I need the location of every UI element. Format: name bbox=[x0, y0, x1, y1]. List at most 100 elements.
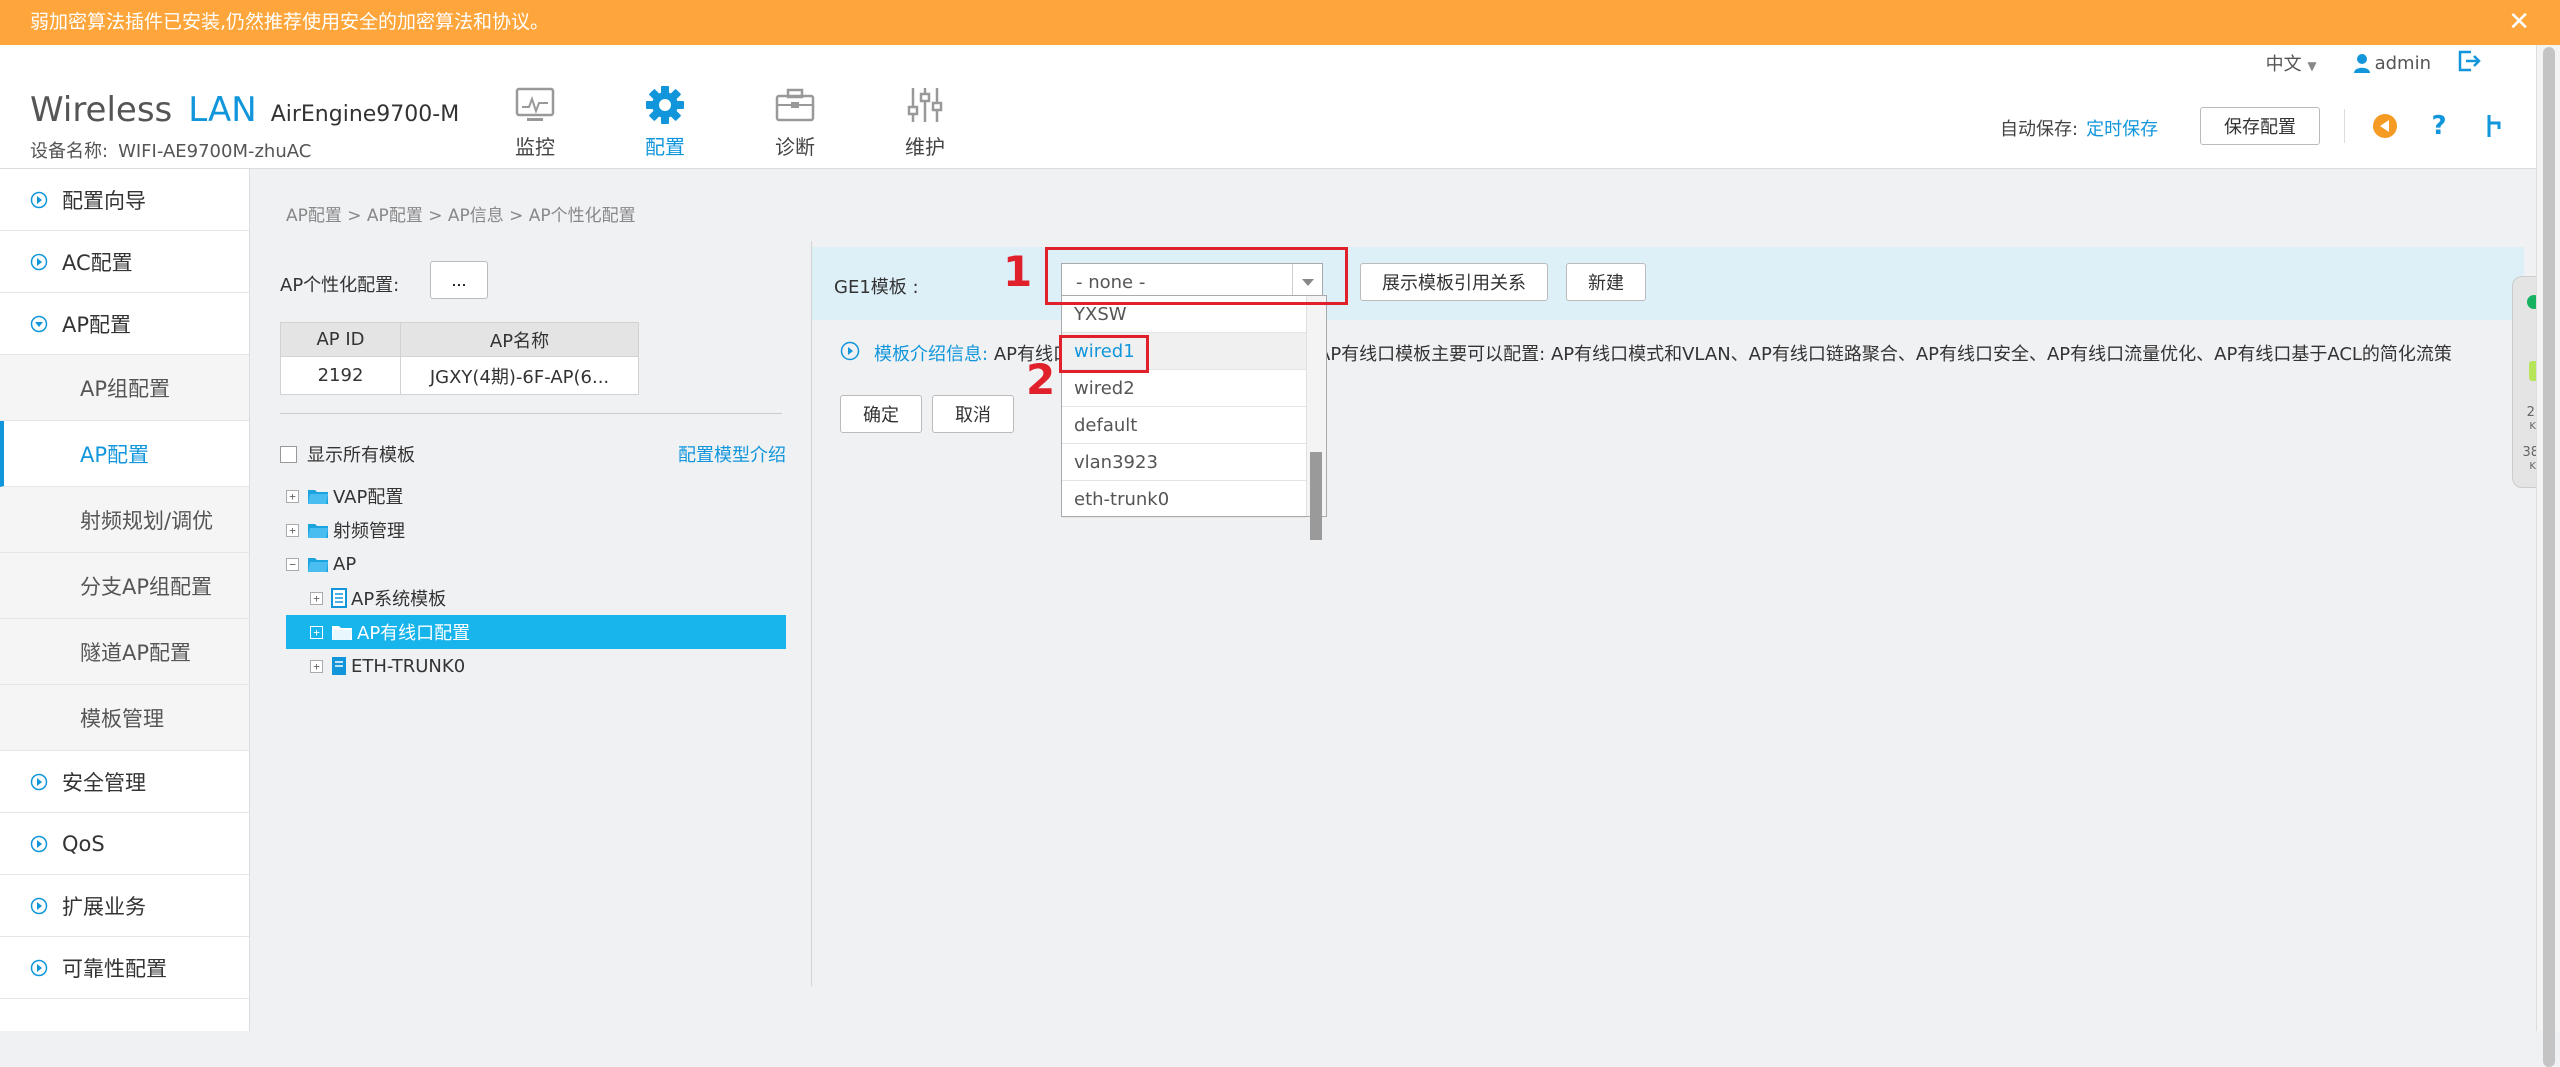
nav-config[interactable]: 配置 bbox=[600, 83, 730, 160]
main-nav: 监控 配置 诊断 维护 bbox=[470, 83, 990, 160]
sidebar-item-label: QoS bbox=[62, 831, 105, 856]
chevron-right-icon bbox=[30, 835, 48, 853]
nav-diagnose[interactable]: 诊断 bbox=[730, 83, 860, 160]
expand-icon[interactable]: + bbox=[310, 625, 323, 639]
nav-maintain[interactable]: 维护 bbox=[860, 83, 990, 160]
monitor-icon bbox=[470, 83, 600, 127]
folder-open-icon bbox=[331, 623, 353, 641]
ok-button[interactable]: 确定 bbox=[840, 395, 922, 433]
sidebar-item-ac-config[interactable]: AC配置 bbox=[0, 231, 249, 293]
sidebar-item-label: 安全管理 bbox=[62, 770, 146, 795]
sidebar-sub-template-mgmt[interactable]: 模板管理 bbox=[0, 685, 249, 751]
dropdown-option[interactable]: wired2 bbox=[1062, 370, 1306, 407]
sidebar-item-label: 可靠性配置 bbox=[62, 956, 167, 981]
topology-icon[interactable] bbox=[2473, 113, 2513, 139]
table-row: 2192 JGXY(4期)-6F-AP(6... bbox=[280, 356, 639, 395]
nav-monitor[interactable]: 监控 bbox=[470, 83, 600, 160]
right-panel: GE1模板 : - none - 展示模板引用关系 新建 模板介绍信息: AP有… bbox=[812, 241, 2524, 986]
expand-circle-icon[interactable] bbox=[840, 341, 860, 365]
annotation-box-1 bbox=[1045, 247, 1348, 305]
sidebar-sub-branch-ap-group[interactable]: 分支AP组配置 bbox=[0, 553, 249, 619]
intro-label[interactable]: 模板介绍信息: bbox=[874, 344, 988, 365]
sidebar-sub-radio[interactable]: 射频规划/调优 bbox=[0, 487, 249, 553]
sidebar-item-reliability[interactable]: 可靠性配置 bbox=[0, 937, 249, 999]
autosave: 自动保存: 定时保存 bbox=[2000, 115, 2158, 141]
select-ap-button[interactable]: ... bbox=[430, 261, 488, 299]
ap-table: AP ID AP名称 2192 JGXY(4期)-6F-AP(6... bbox=[280, 322, 639, 395]
dropdown-option[interactable]: vlan3923 bbox=[1062, 444, 1306, 481]
save-config-button[interactable]: 保存配置 bbox=[2200, 107, 2320, 145]
folder-icon bbox=[307, 521, 329, 539]
device-model: AirEngine9700-M bbox=[270, 102, 460, 127]
tree-node-ap[interactable]: − AP bbox=[286, 547, 786, 581]
toolbox-icon bbox=[730, 83, 860, 127]
show-all-checkbox[interactable] bbox=[280, 445, 297, 463]
expand-icon[interactable]: + bbox=[310, 659, 323, 673]
sidebar-item-qos[interactable]: QoS bbox=[0, 813, 249, 875]
sidebar-sub-ap-config[interactable]: AP配置 bbox=[0, 421, 249, 487]
help-icon[interactable]: ? bbox=[2419, 111, 2459, 141]
ge1-template-label: GE1模板 : bbox=[834, 277, 919, 298]
config-model-link[interactable]: 配置模型介绍 bbox=[678, 441, 786, 467]
dropdown-option[interactable]: eth-trunk0 bbox=[1062, 481, 1306, 518]
breadcrumb: AP配置 > AP配置 > AP信息 > AP个性化配置 bbox=[286, 206, 636, 226]
tree-node-ap-wired-port[interactable]: + AP有线口配置 bbox=[286, 615, 786, 649]
table-header-ap-name: AP名称 bbox=[400, 322, 639, 357]
divider bbox=[280, 413, 782, 414]
logout-icon[interactable] bbox=[2457, 49, 2481, 78]
tree-node-eth-trunk[interactable]: + ETH-TRUNK0 bbox=[286, 649, 786, 683]
tree-node-vap[interactable]: + VAP配置 bbox=[286, 479, 786, 513]
tree-node-ap-system[interactable]: + AP系统模板 bbox=[286, 581, 786, 615]
dropdown-scroll-thumb[interactable] bbox=[1310, 452, 1322, 540]
scrollbar-thumb[interactable] bbox=[2543, 47, 2555, 1067]
sidebar-item-label: AP配置 bbox=[62, 312, 132, 337]
language-label: 中文 bbox=[2265, 54, 2302, 75]
autosave-link[interactable]: 定时保存 bbox=[2086, 119, 2158, 140]
nav-config-label: 配置 bbox=[645, 135, 685, 159]
expand-icon[interactable]: + bbox=[310, 591, 323, 605]
show-all-label: 显示所有模板 bbox=[307, 445, 415, 466]
sidebar: 配置向导 AC配置 AP配置 AP组配置 AP配置 射频规划/调优 分支AP组配… bbox=[0, 169, 250, 1031]
page-scrollbar[interactable] bbox=[2536, 45, 2560, 1067]
chevron-right-icon bbox=[30, 773, 48, 791]
annotation-number-1: 1 bbox=[1003, 247, 1033, 296]
warning-banner: 弱加密算法插件已安装,仍然推荐使用安全的加密算法和协议。 ✕ bbox=[0, 0, 2560, 45]
sidebar-item-label: 扩展业务 bbox=[62, 894, 146, 919]
language-select[interactable]: 中文 ▼ bbox=[2266, 50, 2317, 76]
tree-node-radio[interactable]: + 射频管理 bbox=[286, 513, 786, 547]
nav-maintain-label: 维护 bbox=[905, 135, 945, 159]
chevron-down-icon bbox=[30, 315, 48, 333]
show-reference-button[interactable]: 展示模板引用关系 bbox=[1360, 263, 1548, 301]
folder-open-icon bbox=[307, 555, 329, 573]
back-icon[interactable] bbox=[2365, 113, 2405, 139]
tree-node-label: AP bbox=[333, 553, 357, 575]
sidebar-item-wizard[interactable]: 配置向导 bbox=[0, 169, 249, 231]
template-dropdown: YXSW wired1 wired2 default vlan3923 eth-… bbox=[1061, 295, 1327, 540]
sliders-icon bbox=[860, 83, 990, 127]
chevron-right-icon bbox=[30, 897, 48, 915]
close-icon[interactable]: ✕ bbox=[2508, 0, 2530, 45]
cancel-button[interactable]: 取消 bbox=[932, 395, 1014, 433]
cell-ap-name: JGXY(4期)-6F-AP(6... bbox=[400, 356, 639, 395]
nav-diagnose-label: 诊断 bbox=[775, 135, 815, 159]
top-right-bar: 中文 ▼ admin bbox=[2266, 45, 2481, 81]
document-icon bbox=[331, 588, 347, 608]
expand-icon[interactable]: + bbox=[286, 523, 299, 537]
user-name: admin bbox=[2374, 52, 2431, 74]
collapse-icon[interactable]: − bbox=[286, 557, 299, 571]
new-template-button[interactable]: 新建 bbox=[1566, 263, 1646, 301]
sidebar-item-ap-config[interactable]: AP配置 bbox=[0, 293, 249, 355]
show-all-templates[interactable]: 显示所有模板 bbox=[280, 441, 415, 467]
document-icon bbox=[331, 656, 347, 676]
brand-lan: LAN bbox=[188, 90, 257, 130]
sidebar-item-extension[interactable]: 扩展业务 bbox=[0, 875, 249, 937]
expand-icon[interactable]: + bbox=[286, 489, 299, 503]
chevron-right-icon bbox=[30, 191, 48, 209]
tree-node-label: VAP配置 bbox=[333, 487, 404, 508]
sidebar-item-security[interactable]: 安全管理 bbox=[0, 751, 249, 813]
sidebar-sub-tunnel-ap[interactable]: 隧道AP配置 bbox=[0, 619, 249, 685]
device-name-value: WIFI-AE9700M-zhuAC bbox=[118, 141, 312, 162]
dropdown-option[interactable]: default bbox=[1062, 407, 1306, 444]
sidebar-sub-ap-group[interactable]: AP组配置 bbox=[0, 355, 249, 421]
user-menu[interactable]: admin bbox=[2353, 53, 2431, 74]
